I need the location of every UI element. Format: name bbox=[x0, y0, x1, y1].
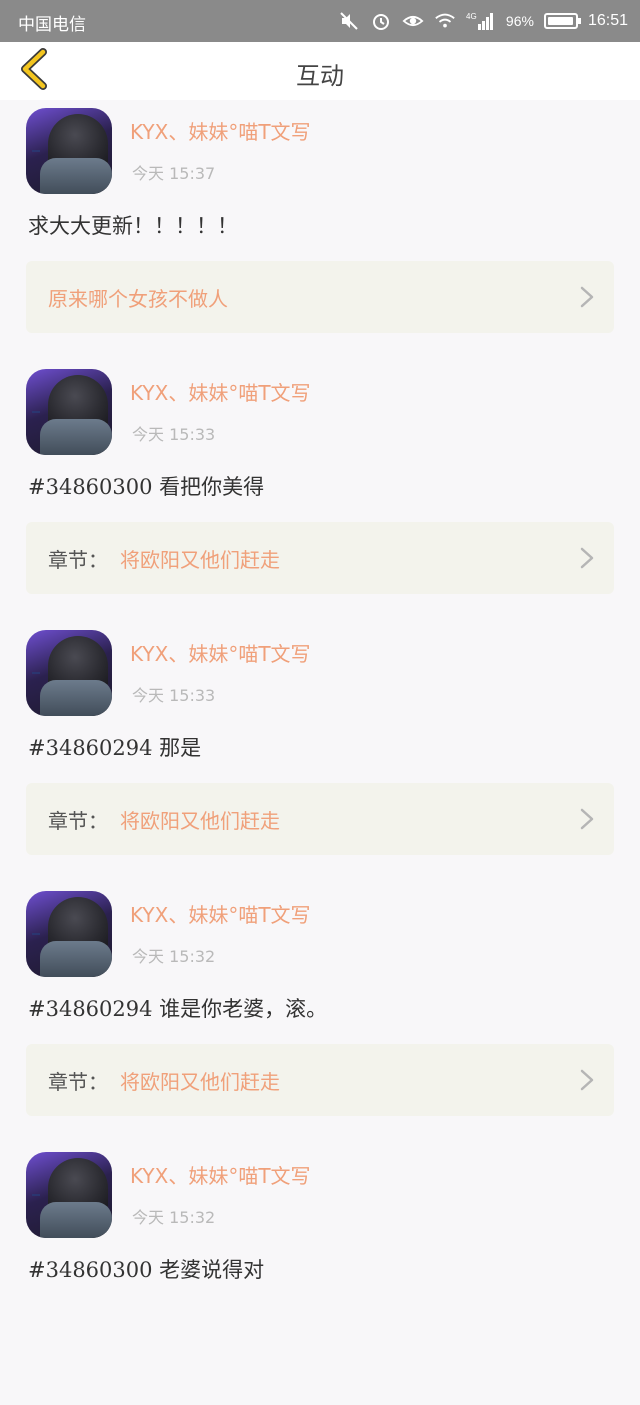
network-label: 4G bbox=[466, 12, 477, 21]
username[interactable]: KYX、妹妹°喵T文写 bbox=[130, 1160, 311, 1189]
comment-text: #34860294 那是 bbox=[28, 736, 202, 760]
chevron-right-icon bbox=[578, 807, 596, 831]
timestamp: 今天 15:37 bbox=[132, 164, 216, 183]
clock: 16:51 bbox=[587, 12, 628, 29]
timestamp: 今天 15:33 bbox=[132, 425, 216, 444]
mute-icon bbox=[338, 10, 360, 32]
carrier-label: 中国电信 bbox=[18, 15, 86, 34]
chevron-right-icon bbox=[578, 285, 596, 309]
avatar[interactable] bbox=[26, 630, 112, 716]
comment-text: 求大大更新！！！！！ bbox=[28, 214, 238, 238]
battery-percent: 96% bbox=[505, 13, 534, 29]
avatar[interactable] bbox=[26, 108, 112, 194]
username[interactable]: KYX、妹妹°喵T文写 bbox=[130, 377, 311, 406]
page-title: 互动 bbox=[296, 62, 344, 90]
reference-title: 将欧阳又他们赶走 bbox=[120, 1070, 280, 1094]
reference-prefix: 章节： bbox=[48, 1070, 108, 1094]
username[interactable]: KYX、妹妹°喵T文写 bbox=[130, 899, 311, 928]
list-item[interactable]: KYX、妹妹°喵T文写 今天 15:32 #34860300 老婆说得对 bbox=[0, 1144, 640, 1405]
chevron-right-icon bbox=[578, 546, 596, 570]
comment-text: #34860294 谁是你老婆，滚。 bbox=[28, 997, 328, 1021]
status-bar: 中国电信 4G 96% 16:51 bbox=[0, 0, 640, 42]
alarm-icon bbox=[370, 10, 392, 32]
chevron-right-icon bbox=[578, 1068, 596, 1092]
timestamp: 今天 15:33 bbox=[132, 686, 216, 705]
reference-prefix: 章节： bbox=[48, 548, 108, 572]
wifi-icon bbox=[434, 10, 456, 32]
avatar[interactable] bbox=[26, 891, 112, 977]
reference-title: 将欧阳又他们赶走 bbox=[120, 548, 280, 572]
eye-icon bbox=[402, 10, 424, 32]
reference-link[interactable]: 原来哪个女孩不做人 bbox=[26, 261, 614, 333]
reference-title: 将欧阳又他们赶走 bbox=[120, 809, 280, 833]
list-item[interactable]: KYX、妹妹°喵T文写今天 15:33 #34860294 那是章节： 将欧阳又他们… bbox=[0, 622, 640, 883]
list-item[interactable]: KYX、妹妹°喵T文写今天 15:33 #34860300 看把你美得章节： 将欧阳… bbox=[0, 361, 640, 622]
app-header: 互动 bbox=[0, 42, 640, 100]
reference-title: 原来哪个女孩不做人 bbox=[48, 287, 228, 311]
username[interactable]: KYX、妹妹°喵T文写 bbox=[130, 638, 311, 667]
status-icons: 4G 96% 16:51 bbox=[338, 0, 628, 42]
reference-link[interactable]: 章节： 将欧阳又他们赶走 bbox=[26, 1044, 614, 1116]
avatar[interactable] bbox=[26, 1152, 112, 1238]
reference-link[interactable]: 章节： 将欧阳又他们赶走 bbox=[26, 522, 614, 594]
reference-link[interactable]: 章节： 将欧阳又他们赶走 bbox=[26, 783, 614, 855]
avatar[interactable] bbox=[26, 369, 112, 455]
reference-prefix: 章节： bbox=[48, 809, 108, 833]
timestamp: 今天 15:32 bbox=[132, 947, 216, 966]
username[interactable]: KYX、妹妹°喵T文写 bbox=[130, 116, 311, 145]
battery-icon bbox=[543, 13, 581, 29]
list-item[interactable]: KYX、妹妹°喵T文写今天 15:37 求大大更新！！！！！ 原来哪个女孩不做人 bbox=[0, 100, 640, 361]
signal-icon: 4G bbox=[466, 10, 496, 32]
comment-text: #34860300 看把你美得 bbox=[28, 475, 265, 499]
list-item[interactable]: KYX、妹妹°喵T文写今天 15:32 #34860294 谁是你老婆，滚。章节：… bbox=[0, 883, 640, 1144]
timestamp: 今天 15:32 bbox=[132, 1208, 216, 1227]
